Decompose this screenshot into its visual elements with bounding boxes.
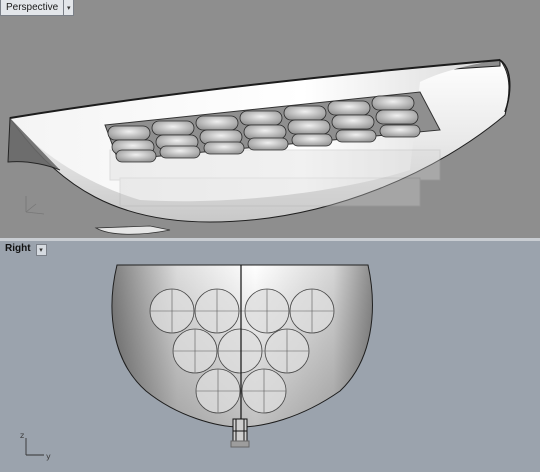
viewport-menu-arrow-icon[interactable]: ▾	[64, 0, 75, 16]
perspective-viewport-tab[interactable]: Perspective ▾	[0, 0, 75, 16]
perspective-canvas[interactable]	[0, 0, 540, 238]
viewport-menu-arrow-icon[interactable]: ▾	[35, 244, 47, 256]
keel-skeg	[94, 225, 171, 235]
perspective-viewport[interactable]: Perspective ▾	[0, 0, 540, 238]
right-axis-triad	[25, 438, 44, 456]
right-canvas[interactable]	[0, 241, 540, 472]
perspective-axis-triad	[25, 196, 45, 215]
viewport-title-right[interactable]: Right	[0, 241, 36, 257]
right-viewport[interactable]: z y Right ▾	[0, 241, 540, 472]
keel-detail	[230, 418, 250, 448]
lower-tank-rows	[109, 149, 441, 207]
viewport-title-perspective[interactable]: Perspective	[0, 0, 65, 16]
right-viewport-tab[interactable]: Right ▾	[0, 241, 47, 257]
